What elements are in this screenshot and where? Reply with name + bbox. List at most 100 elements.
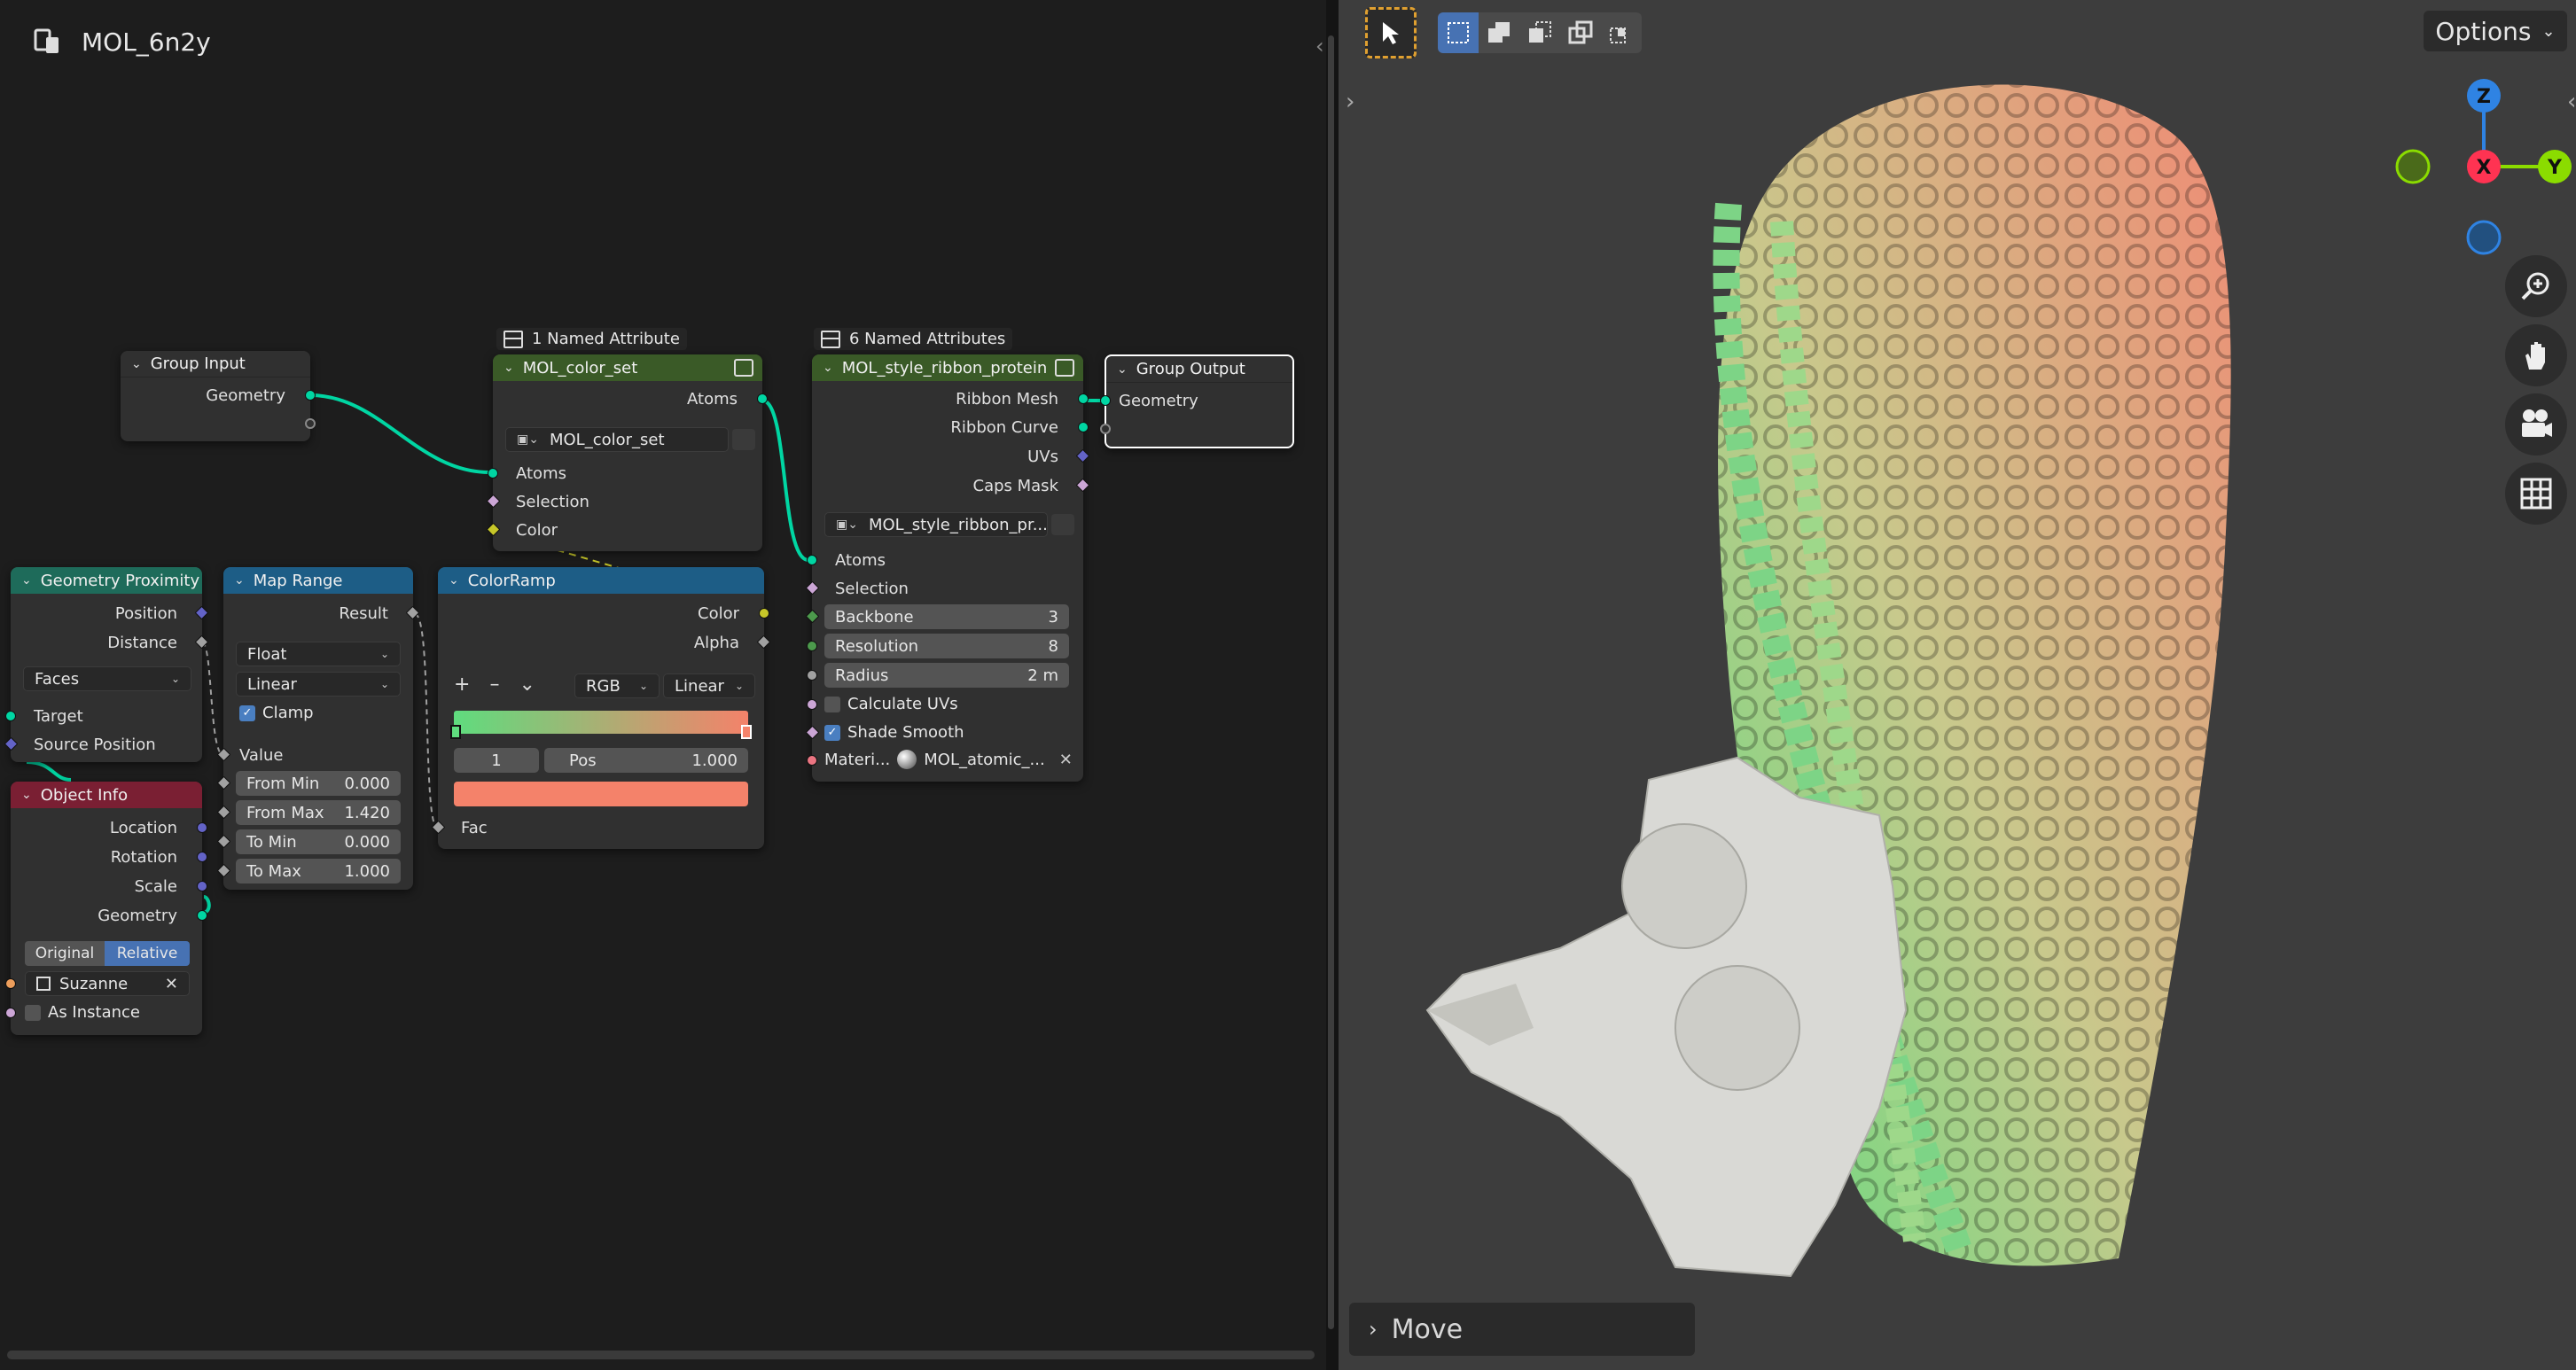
frame-label-six-named-attributes[interactable]: 6 Named Attributes [814, 328, 1013, 350]
object-info-node[interactable]: ⌄ Object Info Location Rotation Scale Ge… [5, 782, 207, 1035]
empty-input-socket[interactable] [1100, 424, 1111, 434]
color-output-socket[interactable] [759, 608, 769, 619]
data-type-dropdown[interactable]: Float ⌄ [236, 642, 401, 666]
clear-object-icon[interactable]: ✕ [165, 975, 178, 993]
to-min-field[interactable]: To Min 0.000 [236, 829, 401, 854]
neg-z-axis-icon[interactable] [2466, 220, 2502, 255]
editor-horizontal-scrollbar[interactable] [7, 1351, 1315, 1359]
backbone-input-socket[interactable] [805, 609, 820, 624]
color-ramp-gradient[interactable] [454, 711, 748, 734]
node-group-selector[interactable]: ▣⌄ MOL_style_ribbon_pr... [824, 512, 1048, 537]
color-ramp-node[interactable]: ⌄ ColorRamp Color Alpha + – ⌄ RGB ⌄ Line… [431, 567, 771, 849]
mol-style-ribbon-protein-node[interactable]: ⌄ MOL_style_ribbon_protein Ribbon Mesh R… [805, 354, 1090, 782]
clear-material-icon[interactable]: ✕ [1059, 751, 1073, 769]
frame-label-named-attribute[interactable]: 1 Named Attribute [496, 328, 687, 350]
collapse-chevron-icon[interactable]: ⌄ [449, 573, 459, 588]
node-group-selector[interactable]: ▣⌄ MOL_color_set [505, 427, 729, 452]
node-header[interactable]: ⌄ MOL_style_ribbon_protein [812, 354, 1083, 381]
remove-stop-button[interactable]: – [489, 673, 499, 696]
collapse-chevron-icon[interactable]: ⌄ [21, 788, 32, 802]
select-extend-icon[interactable] [1479, 12, 1519, 53]
3d-viewport[interactable]: Options ⌄ › ‹ Z X Y › Move [1339, 0, 2576, 1370]
collapse-chevron-icon[interactable]: ⌄ [823, 361, 833, 375]
object-selector[interactable]: Suzanne ✕ [25, 971, 190, 996]
material-row[interactable]: Materi... MOL_atomic_... ✕ [824, 750, 1073, 769]
select-intersect-icon[interactable] [1601, 12, 1642, 53]
ramp-stop-right[interactable] [741, 725, 752, 739]
last-operator-panel[interactable]: › Move [1349, 1303, 1695, 1356]
resolution-field[interactable]: Resolution 8 [824, 634, 1069, 658]
atoms-input-socket[interactable] [488, 468, 498, 479]
resolution-input-socket[interactable] [807, 641, 817, 651]
neg-y-axis-icon[interactable] [2395, 149, 2431, 184]
node-header[interactable]: ⌄ Geometry Proximity [11, 567, 202, 594]
group-output-node[interactable]: ⌄ Group Output Geometry [1100, 354, 1294, 448]
area-splitter[interactable] [1326, 0, 1339, 1370]
space-relative-button[interactable]: Relative [105, 941, 190, 966]
select-subtract-icon[interactable] [1519, 12, 1560, 53]
from-max-field[interactable]: From Max 1.420 [236, 800, 401, 825]
suzanne-monkey-model[interactable] [1425, 756, 1908, 1278]
node-header[interactable]: ⌄ Map Range [223, 567, 413, 594]
ramp-stop-left[interactable] [450, 725, 461, 739]
perspective-grid-icon[interactable] [2505, 463, 2567, 525]
select-tool-button[interactable] [1365, 7, 1417, 58]
node-header[interactable]: ⌄ Object Info [11, 782, 202, 808]
empty-output-socket[interactable] [305, 418, 316, 429]
to-max-field[interactable]: To Max 1.000 [236, 859, 401, 883]
geometry-output-socket[interactable] [197, 910, 207, 921]
fake-user-shield-icon[interactable] [1051, 514, 1074, 535]
collapse-chevron-icon[interactable]: ⌄ [234, 573, 245, 588]
ramp-interpolation-dropdown[interactable]: Linear ⌄ [663, 673, 755, 698]
atoms-input-socket[interactable] [807, 555, 817, 565]
proximity-mode-dropdown[interactable]: Faces ⌄ [23, 666, 191, 691]
ramp-menu-button[interactable]: ⌄ [519, 673, 535, 696]
select-invert-icon[interactable] [1560, 12, 1601, 53]
ribbon-curve-output-socket[interactable] [1078, 422, 1089, 432]
collapse-sidebar-icon[interactable]: ‹ [1315, 34, 1324, 58]
geometry-proximity-node[interactable]: ⌄ Geometry Proximity Position Distance F… [4, 567, 209, 762]
radius-field[interactable]: Radius 2 m [824, 663, 1069, 688]
to-max-socket[interactable] [216, 863, 231, 878]
color-mode-dropdown[interactable]: RGB ⌄ [574, 673, 660, 698]
zoom-icon[interactable] [2505, 255, 2567, 317]
navigation-gizmo[interactable]: Z X Y [2386, 78, 2576, 273]
atoms-output-socket[interactable] [757, 393, 768, 404]
calculate-uvs-checkbox[interactable]: Calculate UVs [824, 695, 958, 713]
expand-toolbar-icon[interactable]: › [1346, 89, 1354, 115]
scale-output-socket[interactable] [197, 881, 207, 891]
options-dropdown[interactable]: Options ⌄ [2424, 11, 2567, 51]
stop-index-field[interactable]: 1 [454, 748, 539, 773]
camera-view-icon[interactable] [2505, 393, 2567, 455]
node-header[interactable]: ⌄ MOL_color_set [493, 354, 762, 381]
geometry-input-socket[interactable] [1100, 395, 1111, 406]
node-header[interactable]: ⌄ ColorRamp [438, 567, 764, 594]
from-min-socket[interactable] [216, 775, 231, 790]
node-header[interactable]: ⌄ Group Output [1106, 356, 1292, 383]
radius-input-socket[interactable] [807, 670, 817, 681]
object-input-socket[interactable] [5, 978, 16, 989]
stop-color-swatch[interactable] [454, 782, 748, 806]
to-min-socket[interactable] [216, 834, 231, 849]
backbone-field[interactable]: Backbone 3 [824, 604, 1069, 629]
material-input-socket[interactable] [807, 755, 817, 766]
node-tree-header[interactable]: MOL_6n2y [32, 27, 211, 57]
map-range-node[interactable]: ⌄ Map Range Result Float ⌄ Linear ⌄ ✓ Cl… [216, 567, 420, 890]
stop-position-field[interactable]: Pos 1.000 [544, 748, 748, 773]
fake-user-shield-icon[interactable] [732, 429, 755, 450]
interpolation-dropdown[interactable]: Linear ⌄ [236, 672, 401, 697]
as-instance-checkbox[interactable]: As Instance [25, 1003, 140, 1022]
group-input-node[interactable]: ⌄ Group Input Geometry [121, 351, 316, 441]
mol-color-set-node[interactable]: ⌄ MOL_color_set Atoms ▣⌄ MOL_color_set A… [486, 354, 768, 551]
space-original-button[interactable]: Original [25, 941, 105, 966]
calculate-uvs-input-socket[interactable] [807, 699, 817, 710]
rotation-output-socket[interactable] [197, 852, 207, 862]
from-min-field[interactable]: From Min 0.000 [236, 771, 401, 796]
pan-hand-icon[interactable] [2505, 324, 2567, 386]
shade-smooth-checkbox[interactable]: ✓ Shade Smooth [824, 723, 964, 742]
vertical-scrollbar[interactable] [1328, 35, 1334, 1329]
collapse-chevron-icon[interactable]: ⌄ [503, 361, 514, 375]
chevron-right-icon[interactable]: › [1369, 1317, 1378, 1342]
from-max-socket[interactable] [216, 805, 231, 820]
as-instance-input-socket[interactable] [5, 1008, 16, 1018]
